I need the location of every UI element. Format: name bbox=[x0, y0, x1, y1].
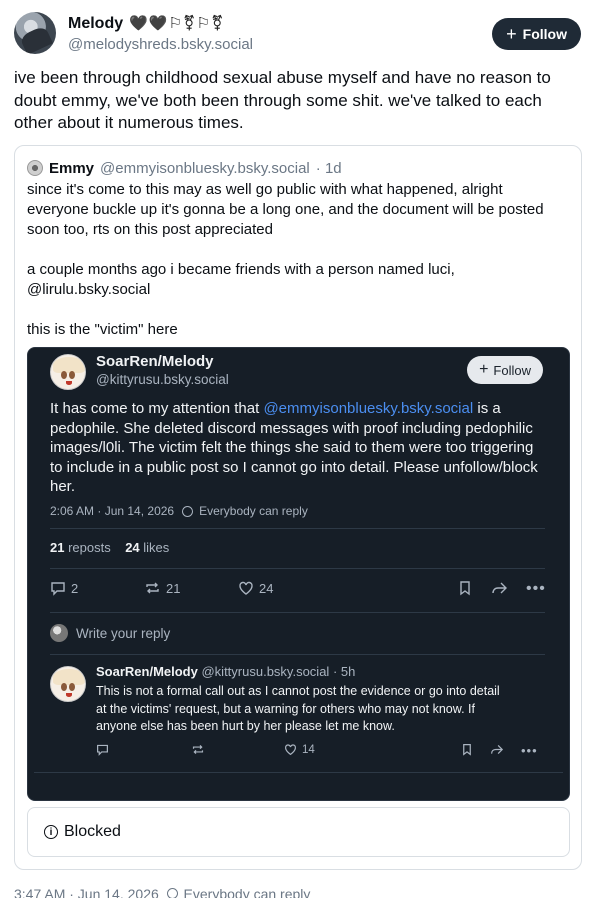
embed-mention: @emmyisonbluesky.bsky.social bbox=[263, 400, 474, 417]
post-visibility: Everybody can reply bbox=[183, 886, 311, 898]
divider bbox=[50, 654, 545, 655]
embed-stats: 21 reposts 24 likes bbox=[50, 540, 169, 555]
blocked-label: Blocked bbox=[64, 823, 121, 840]
heart-icon bbox=[285, 744, 296, 756]
embed-avatar bbox=[50, 354, 86, 390]
embed-reposts-label: reposts bbox=[68, 540, 111, 555]
divider bbox=[50, 528, 545, 529]
embed-follow-label: Follow bbox=[493, 362, 531, 378]
quoted-author-name: Emmy bbox=[49, 159, 95, 177]
heart-icon bbox=[239, 581, 253, 595]
reply-actions: 14 ••• bbox=[96, 743, 546, 759]
reply-icon bbox=[96, 743, 109, 756]
avatar[interactable] bbox=[14, 12, 56, 54]
follow-button[interactable]: + Follow bbox=[492, 18, 581, 50]
reply-placeholder: Write your reply bbox=[76, 625, 171, 641]
author-line: Melody 🖤🖤⚐⚧⚐⚧ bbox=[68, 14, 225, 33]
share-icon bbox=[489, 743, 504, 756]
plus-icon: + bbox=[479, 361, 489, 378]
embed-repost-action: 21 bbox=[144, 580, 180, 596]
embed-meta: 2:06 AM · Jun 14, 2026 Everybody can rep… bbox=[50, 504, 308, 518]
post-timestamp[interactable]: 3:47 AM · Jun 14, 2026 bbox=[14, 886, 159, 898]
embed-text-before: It has come to my attention that bbox=[50, 400, 264, 417]
reply-author-handle: @kittyrusu.bsky.social bbox=[201, 664, 330, 679]
reply-icon bbox=[51, 582, 65, 596]
embed-author-handle: @kittyrusu.bsky.social bbox=[96, 372, 229, 387]
author-handle[interactable]: @melodyshreds.bsky.social bbox=[68, 36, 253, 53]
divider bbox=[50, 612, 545, 613]
quoted-text: since it's come to this may as well go p… bbox=[27, 181, 544, 338]
more-icon: ••• bbox=[521, 743, 538, 758]
author-name[interactable]: Melody bbox=[68, 15, 123, 32]
more-icon: ••• bbox=[526, 580, 546, 597]
embed-like-action: 24 bbox=[238, 580, 273, 596]
blocked-notice[interactable]: i Blocked bbox=[27, 807, 570, 857]
post-meta: 3:47 AM · Jun 14, 2026 Everybody can rep… bbox=[14, 886, 310, 898]
reply-author-name: SoarRen/Melody bbox=[96, 664, 198, 679]
embed-author-name: SoarRen/Melody bbox=[96, 353, 214, 370]
reply-age: · 5h bbox=[332, 664, 356, 679]
globe-icon bbox=[182, 505, 194, 517]
reply-like-action: 14 bbox=[284, 743, 315, 756]
divider bbox=[34, 772, 563, 773]
embed-text: It has come to my attention that @emmyis… bbox=[50, 399, 545, 497]
quoted-header: Emmy @emmyisonbluesky.bsky.social · 1d bbox=[27, 158, 342, 178]
embed-repost-count: 21 bbox=[166, 580, 181, 596]
embed-visibility: Everybody can reply bbox=[199, 504, 308, 518]
globe-icon bbox=[166, 888, 178, 898]
quoted-avatar bbox=[27, 160, 43, 176]
quoted-post[interactable]: Emmy @emmyisonbluesky.bsky.social · 1d s… bbox=[14, 145, 582, 870]
divider bbox=[50, 568, 545, 569]
info-icon: i bbox=[44, 825, 58, 839]
reply-text: This is not a formal call out as I canno… bbox=[96, 684, 500, 733]
embed-reply-count: 2 bbox=[71, 580, 79, 596]
quoted-age: · 1d bbox=[315, 159, 342, 177]
embed-reposts-count: 21 bbox=[50, 540, 65, 555]
post-header: Melody 🖤🖤⚐⚧⚐⚧ @melodyshreds.bsky.social +… bbox=[14, 12, 583, 58]
follow-label: Follow bbox=[522, 26, 567, 42]
embed-likes-label: likes bbox=[143, 540, 170, 555]
embed-reply-action: 2 bbox=[50, 580, 78, 596]
embed-like-count: 24 bbox=[259, 580, 274, 596]
share-icon bbox=[490, 580, 508, 596]
author-flags: 🖤🖤⚐⚧⚐⚧ bbox=[129, 15, 225, 32]
embedded-image[interactable]: SoarRen/Melody @kittyrusu.bsky.social + … bbox=[27, 347, 570, 801]
reply-author-avatar bbox=[50, 666, 86, 702]
bookmark-icon bbox=[461, 743, 473, 756]
repost-icon bbox=[191, 743, 205, 756]
embed-reply-box: Write your reply bbox=[50, 624, 170, 642]
embed-follow-button: + Follow bbox=[467, 356, 543, 384]
embed-timestamp: 2:06 AM · Jun 14, 2026 bbox=[50, 504, 175, 518]
bookmark-icon bbox=[458, 580, 472, 596]
reply-like-count: 14 bbox=[302, 743, 315, 756]
plus-icon: + bbox=[506, 24, 517, 44]
post-text: ive been through childhood sexual abuse … bbox=[14, 68, 551, 132]
quoted-author-handle: @emmyisonbluesky.bsky.social bbox=[100, 159, 310, 177]
reply-avatar bbox=[50, 624, 68, 642]
repost-icon bbox=[146, 582, 159, 594]
embed-actions: 2 21 24 ••• bbox=[50, 580, 545, 600]
embed-likes-count: 24 bbox=[125, 540, 140, 555]
reply-header: SoarRen/Melody @kittyrusu.bsky.social · … bbox=[96, 664, 355, 679]
